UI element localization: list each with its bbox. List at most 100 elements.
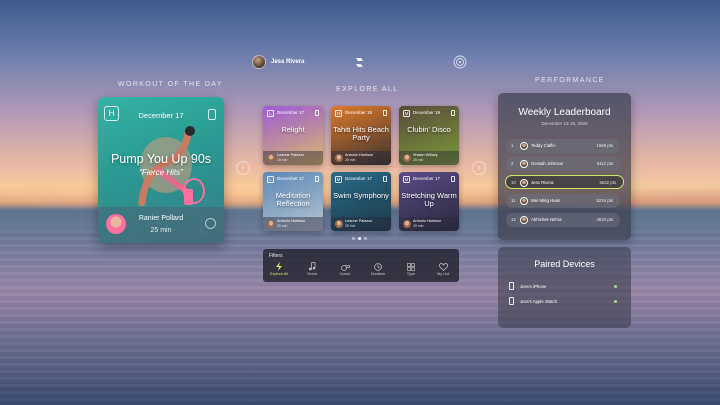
device-icon [315, 110, 319, 116]
class-instructor: Antonio Harrison [413, 219, 442, 223]
page-dot[interactable] [364, 237, 367, 240]
filter-label: Duration [370, 272, 386, 276]
connected-status-dot [614, 285, 617, 288]
instructor-avatar [403, 154, 411, 162]
leaderboard-points: 6112 pts [596, 161, 613, 166]
class-card[interactable]: M December 19 Clubin' Disco Shawn Willac… [399, 106, 459, 165]
class-instructor: Leanne Palazzo [345, 219, 373, 223]
filters-label: Filters [269, 253, 283, 259]
leaderboard-rank: 11 [511, 198, 516, 203]
class-date: December 18 [345, 110, 373, 115]
class-title: Relight [281, 125, 305, 134]
class-card[interactable]: H December 18 Tahiti Hits Beach Party An… [331, 106, 391, 165]
class-instructor: Antonio Harrison [345, 153, 374, 157]
target-icon[interactable] [453, 55, 467, 69]
class-card[interactable]: L December 17 Meditation Reflection Anto… [263, 172, 323, 231]
class-title: Meditation Reflection [275, 191, 311, 208]
explore-section-title: EXPLORE ALL [336, 86, 399, 93]
class-date: December 17 [277, 110, 305, 115]
leaderboard-rank: 10 [511, 180, 516, 185]
class-title: Tahiti Hits Beach Party [333, 125, 389, 142]
whistle-icon [329, 262, 361, 271]
paired-device-row[interactable]: Jess's iPhone [508, 282, 621, 294]
avatar [520, 178, 528, 187]
leaderboard-points: 4833 pts [596, 217, 614, 222]
leaderboard-row[interactable]: 11 Wei Ming Huan 5216 pts [506, 194, 620, 208]
wod-duration: 25 min [150, 227, 172, 234]
class-duration: 25 min [413, 158, 424, 162]
filter-genre[interactable]: Genre [296, 262, 328, 276]
fitness-logo-icon[interactable] [352, 55, 366, 69]
class-footer: Shawn Willacy 25 min [399, 151, 459, 165]
avatar [520, 141, 528, 150]
leaderboard-row[interactable]: 1 Teddy Claflin 1568 pts [506, 139, 620, 153]
intensity-badge: M [403, 110, 410, 117]
grid-icon [395, 262, 427, 271]
intensity-badge: M [335, 176, 342, 183]
chevron-left-icon[interactable]: ‹ [236, 161, 250, 175]
class-duration: 25 min [413, 224, 424, 228]
workout-of-the-day-card[interactable]: H December 17 Pump You Up 90s “Fierce Hi… [98, 97, 224, 243]
music-note-icon [296, 262, 328, 271]
filter-my-list[interactable]: My List [427, 262, 459, 276]
wod-date: December 17 [138, 111, 184, 120]
intensity-badge: H [335, 110, 342, 117]
class-instructor: Shawn Willacy [413, 153, 438, 157]
connected-status-dot [614, 300, 617, 303]
leaderboard-points: 5216 pts [596, 198, 614, 203]
class-card[interactable]: M December 17 Swim Symphony Leanne Palaz… [331, 172, 391, 231]
filter-type[interactable]: Type [395, 262, 427, 276]
leaderboard-rank: 2 [511, 161, 514, 166]
instructor-avatar [335, 220, 343, 228]
watch-icon [509, 297, 514, 305]
leaderboard-title: Weekly Leaderboard [518, 107, 611, 118]
leaderboard-range: December 13-19, 2020 [541, 121, 588, 126]
performance-section-title: PERFORMANCE [535, 77, 605, 84]
heart-icon [427, 262, 459, 271]
filter-duration[interactable]: Duration [362, 262, 394, 276]
device-icon [451, 176, 455, 182]
class-duration: 25 min [277, 158, 288, 162]
class-date: December 17 [277, 176, 305, 181]
leaderboard-row[interactable]: 2 Gessah Johnson 6112 pts [506, 157, 620, 171]
wod-title: Pump You Up 90s [110, 152, 212, 166]
intensity-badge: L [267, 110, 274, 117]
chevron-right-icon[interactable]: › [472, 161, 486, 175]
leaderboard-rank: 1 [511, 143, 514, 148]
class-title: Swim Symphony [333, 191, 389, 200]
intensity-badge: L [267, 176, 274, 183]
device-icon [383, 176, 387, 182]
page-dot[interactable] [358, 237, 361, 240]
wod-subtitle: “Fierce Hits” [139, 168, 183, 177]
user-profile[interactable]: Jess Rivera [252, 55, 304, 69]
class-footer: Antonio Harrison 25 min [263, 217, 323, 231]
class-card[interactable]: M December 17 Stretching Warm Up Antonio… [399, 172, 459, 231]
weekly-leaderboard-panel: Weekly Leaderboard December 13-19, 2020 … [498, 93, 631, 240]
filter-coach[interactable]: Coach [329, 262, 361, 276]
class-instructor: Antonio Harrison [277, 219, 306, 223]
class-card[interactable]: L December 17 Relight Leanne Palazzo 25 … [263, 106, 323, 165]
filter-label: Coach [339, 272, 351, 276]
avatar [252, 55, 266, 69]
start-button[interactable] [205, 218, 216, 229]
device-name: Jess's iPhone [520, 284, 547, 289]
leaderboard-name: Jess Rivera [531, 180, 554, 185]
page-dot[interactable] [352, 237, 355, 240]
avatar [520, 159, 528, 168]
leaderboard-row[interactable]: 12 Abhishek Nehra 4833 pts [506, 213, 620, 227]
class-footer: Leanne Palazzo 25 min [263, 151, 323, 165]
class-footer: Antonio Harrison 25 min [399, 217, 459, 231]
leaderboard-row-current-user[interactable]: 10 Jess Rivera 5632 pts [505, 175, 624, 189]
filters-bar: Filters Explore All Genre Coach Duration… [263, 249, 459, 282]
leaderboard-points: 1568 pts [596, 143, 614, 148]
leaderboard-name: Wei Ming Huan [531, 198, 561, 203]
wod-section-title: WORKOUT OF THE DAY [118, 81, 223, 88]
paired-device-row[interactable]: Jess's Apple Watch [508, 297, 621, 309]
bolt-icon [263, 262, 295, 271]
class-instructor: Leanne Palazzo [277, 153, 305, 157]
filter-explore-all[interactable]: Explore All [263, 262, 295, 276]
class-duration: 25 min [345, 224, 356, 228]
class-date: December 19 [413, 110, 441, 115]
page-indicator[interactable] [352, 237, 367, 240]
clock-icon [362, 262, 394, 271]
